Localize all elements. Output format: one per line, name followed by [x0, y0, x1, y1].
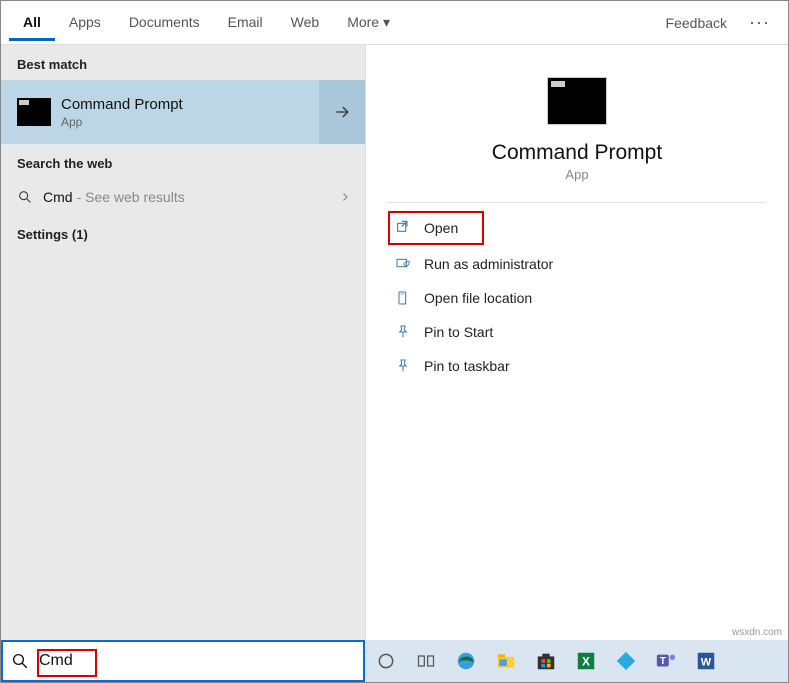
pin-to-taskbar-action[interactable]: Pin to taskbar — [388, 349, 766, 383]
bottom-bar: X T W — [1, 640, 788, 682]
excel-icon[interactable]: X — [573, 648, 599, 674]
search-filter-tabs: All Apps Documents Email Web More ▾ Feed… — [1, 1, 788, 45]
best-match-text: Command Prompt App — [61, 96, 319, 129]
best-match-result[interactable]: Command Prompt App — [1, 80, 365, 144]
search-icon — [17, 189, 33, 205]
open-file-location-action[interactable]: Open file location — [388, 281, 766, 315]
tab-more-label: More — [347, 14, 379, 30]
pin-icon — [394, 357, 412, 375]
open-icon — [394, 219, 412, 237]
arrow-right-icon — [332, 102, 352, 122]
folder-icon — [394, 289, 412, 307]
tab-email[interactable]: Email — [214, 4, 277, 41]
pin-icon — [394, 323, 412, 341]
tab-more[interactable]: More ▾ — [333, 4, 404, 42]
teams-icon[interactable]: T — [653, 648, 679, 674]
tab-apps[interactable]: Apps — [55, 4, 115, 41]
cortana-icon[interactable] — [373, 648, 399, 674]
search-input[interactable] — [37, 648, 355, 674]
svg-text:X: X — [582, 655, 590, 669]
search-bar[interactable] — [1, 640, 365, 682]
pin-to-start-label: Pin to Start — [424, 324, 493, 340]
best-match-subtitle: App — [61, 115, 319, 129]
detail-panel: Command Prompt App Open Run as administr… — [365, 45, 788, 682]
tab-web[interactable]: Web — [277, 4, 334, 41]
search-web-heading: Search the web — [1, 144, 365, 179]
app-icon — [547, 77, 607, 125]
web-result-row[interactable]: Cmd - See web results — [1, 179, 365, 215]
shield-icon — [394, 255, 412, 273]
search-icon — [11, 652, 29, 670]
svg-text:W: W — [701, 657, 712, 669]
cmd-icon — [17, 98, 51, 126]
word-icon[interactable]: W — [693, 648, 719, 674]
open-action[interactable]: Open — [388, 211, 484, 245]
taskbar: X T W — [365, 640, 788, 682]
task-view-icon[interactable] — [413, 648, 439, 674]
kodi-icon[interactable] — [613, 648, 639, 674]
app-title: Command Prompt — [388, 141, 766, 165]
watermark: wsxdn.com — [732, 627, 782, 638]
file-explorer-icon[interactable] — [493, 648, 519, 674]
overflow-menu-button[interactable]: ··· — [739, 6, 780, 39]
pin-to-taskbar-label: Pin to taskbar — [424, 358, 510, 374]
tab-documents[interactable]: Documents — [115, 4, 214, 41]
open-file-location-label: Open file location — [424, 290, 532, 306]
expand-arrow-button[interactable] — [319, 80, 365, 144]
tab-all[interactable]: All — [9, 4, 55, 41]
feedback-link[interactable]: Feedback — [654, 5, 739, 41]
run-as-admin-action[interactable]: Run as administrator — [388, 247, 766, 281]
pin-to-start-action[interactable]: Pin to Start — [388, 315, 766, 349]
settings-heading[interactable]: Settings (1) — [1, 215, 365, 250]
svg-text:T: T — [660, 656, 667, 667]
web-result-query: Cmd — [43, 189, 73, 205]
microsoft-store-icon[interactable] — [533, 648, 559, 674]
best-match-title: Command Prompt — [61, 96, 319, 113]
chevron-down-icon: ▾ — [383, 14, 390, 30]
results-panel: Best match Command Prompt App Search the… — [1, 45, 365, 682]
app-type-label: App — [388, 167, 766, 182]
web-result-hint: - See web results — [77, 189, 185, 205]
start-search-window: All Apps Documents Email Web More ▾ Feed… — [0, 0, 789, 683]
best-match-heading: Best match — [1, 45, 365, 80]
open-label: Open — [424, 220, 458, 236]
divider — [388, 202, 766, 203]
edge-icon[interactable] — [453, 648, 479, 674]
content-area: Best match Command Prompt App Search the… — [1, 45, 788, 682]
run-as-admin-label: Run as administrator — [424, 256, 553, 272]
chevron-right-icon — [339, 191, 351, 203]
